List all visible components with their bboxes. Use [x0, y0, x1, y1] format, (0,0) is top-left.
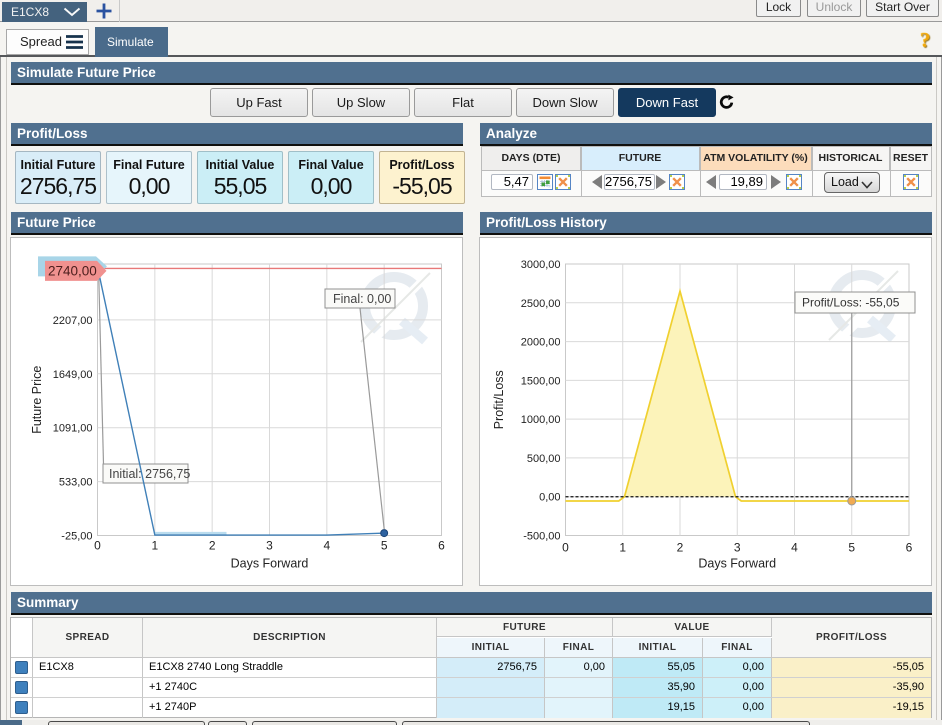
svg-text:1649,00: 1649,00 — [53, 369, 93, 381]
svg-text:6: 6 — [438, 539, 445, 553]
svg-text:2500,00: 2500,00 — [521, 298, 561, 310]
svg-text:2: 2 — [677, 541, 684, 555]
svg-text:1000,00: 1000,00 — [521, 414, 561, 426]
svg-text:500,00: 500,00 — [527, 453, 561, 465]
svg-text:Initial: 2756,75: Initial: 2756,75 — [109, 467, 190, 481]
svg-text:-25,00: -25,00 — [61, 531, 92, 543]
svg-text:5: 5 — [848, 541, 855, 555]
svg-text:2740,00: 2740,00 — [48, 263, 97, 278]
svg-text:3: 3 — [266, 539, 273, 553]
svg-text:0: 0 — [562, 541, 569, 555]
svg-text:0,00: 0,00 — [539, 492, 560, 504]
svg-text:Profit/Loss: Profit/Loss — [492, 370, 506, 429]
svg-text:-500,00: -500,00 — [523, 531, 560, 543]
svg-text:3000,00: 3000,00 — [521, 259, 561, 271]
svg-text:0: 0 — [94, 539, 101, 553]
svg-text:1500,00: 1500,00 — [521, 375, 561, 387]
svg-text:6: 6 — [906, 541, 913, 555]
svg-text:1: 1 — [151, 539, 158, 553]
svg-text:2: 2 — [209, 539, 216, 553]
svg-text:1: 1 — [619, 541, 626, 555]
svg-text:5: 5 — [381, 539, 388, 553]
svg-text:2000,00: 2000,00 — [521, 337, 561, 349]
svg-text:533,00: 533,00 — [59, 477, 93, 489]
svg-text:4: 4 — [323, 539, 330, 553]
svg-text:Days Forward: Days Forward — [698, 557, 776, 571]
svg-text:4: 4 — [791, 541, 798, 555]
svg-text:1091,00: 1091,00 — [53, 423, 93, 435]
svg-text:Future Price: Future Price — [30, 366, 44, 434]
svg-text:Days Forward: Days Forward — [231, 557, 309, 571]
svg-text:3: 3 — [734, 541, 741, 555]
svg-text:Final: 0,00: Final: 0,00 — [333, 292, 391, 306]
svg-text:2207,00: 2207,00 — [53, 315, 93, 327]
svg-text:Profit/Loss: -55,05: Profit/Loss: -55,05 — [802, 296, 900, 310]
